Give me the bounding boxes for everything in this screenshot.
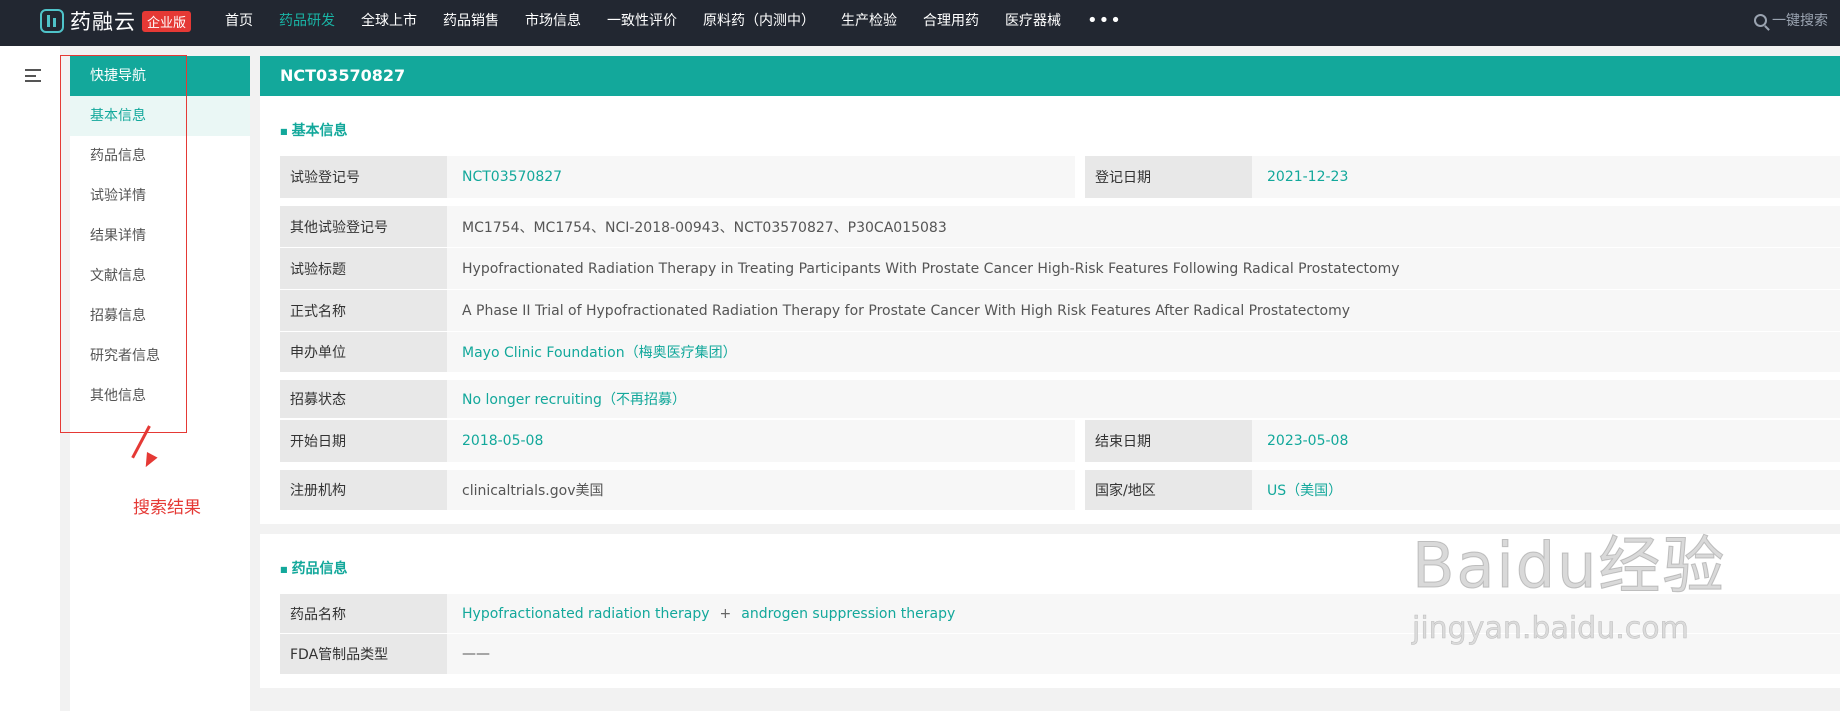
other-reg-value: MC1754、MC1754、NCI-2018-00943、NCT03570827…: [447, 206, 1840, 247]
nav-item-api[interactable]: 原料药（内测中）: [703, 10, 815, 30]
search-icon: [1754, 13, 1767, 27]
trial-title-value: Hypofractionated Radiation Therapy in Tr…: [447, 248, 1840, 289]
quick-nav-title: 快捷导航: [70, 56, 250, 96]
registry-value: clinicaltrials.gov美国: [447, 470, 1075, 510]
field-label: 结束日期: [1085, 420, 1252, 462]
section-title-basic: 基本信息: [260, 96, 1840, 156]
nav-item-production[interactable]: 生产检验: [841, 10, 897, 30]
quick-nav-panel: 快捷导航 基本信息 药品信息 试验详情 结果详情 文献信息 招募信息 研究者信息…: [70, 56, 250, 711]
search-label: 一键搜索: [1772, 13, 1828, 29]
left-rail: [0, 46, 60, 711]
info-row: 其他试验登记号 MC1754、MC1754、NCI-2018-00943、NCT…: [280, 206, 1840, 248]
start-date-value: 2018-05-08: [447, 420, 1075, 462]
nav-item-home[interactable]: 首页: [225, 10, 253, 30]
menu-icon[interactable]: [25, 69, 41, 82]
nav-item-devices[interactable]: 医疗器械: [1005, 10, 1061, 30]
sponsor-link[interactable]: Mayo Clinic Foundation（梅奥医疗集团）: [447, 332, 1840, 372]
field-label: 试验登记号: [280, 156, 447, 198]
quick-nav-item-other[interactable]: 其他信息: [70, 376, 250, 416]
nav-item-market-info[interactable]: 市场信息: [525, 10, 581, 30]
brand-logo[interactable]: 药融云 企业版: [40, 6, 192, 36]
info-row: 申办单位 Mayo Clinic Foundation（梅奥医疗集团）: [280, 332, 1840, 372]
field-label: 国家/地区: [1085, 470, 1252, 510]
watermark-line1: Baidu经验: [1411, 529, 1727, 603]
field-label: 开始日期: [280, 420, 447, 462]
drug-link[interactable]: Hypofractionated radiation therapy: [462, 606, 710, 622]
basic-info-card: 基本信息 试验登记号 NCT03570827 登记日期 2021-12-23 其…: [260, 96, 1840, 524]
page-title: NCT03570827: [260, 56, 1840, 96]
more-menu-button[interactable]: •••: [1087, 10, 1122, 31]
quick-nav-item-recruit[interactable]: 招募信息: [70, 296, 250, 336]
logo-icon: [40, 9, 64, 33]
info-row: 注册机构 clinicaltrials.gov美国 国家/地区 US（美国）: [280, 470, 1840, 510]
quick-nav-item-literature[interactable]: 文献信息: [70, 256, 250, 296]
quick-nav-item-results[interactable]: 结果详情: [70, 216, 250, 256]
reg-date-value: 2021-12-23: [1252, 156, 1840, 198]
drug-link[interactable]: androgen suppression therapy: [741, 606, 955, 622]
field-label: 登记日期: [1085, 156, 1252, 198]
field-label: 试验标题: [280, 248, 447, 289]
main-nav: 首页 药品研发 全球上市 药品销售 市场信息 一致性评价 原料药（内测中） 生产…: [225, 0, 1122, 40]
field-label: 药品名称: [280, 594, 447, 633]
quick-nav-item-investigators[interactable]: 研究者信息: [70, 336, 250, 376]
info-row: 正式名称 A Phase II Trial of Hypofractionate…: [280, 290, 1840, 332]
quick-nav-item-drug[interactable]: 药品信息: [70, 136, 250, 176]
nav-item-global-launch[interactable]: 全球上市: [361, 10, 417, 30]
reg-no-link[interactable]: NCT03570827: [447, 156, 1075, 198]
top-nav-bar: 药融云 企业版 首页 药品研发 全球上市 药品销售 市场信息 一致性评价 原料药…: [0, 0, 1840, 46]
annotation-label: 搜索结果: [133, 498, 201, 518]
edition-badge: 企业版: [142, 10, 192, 32]
field-label: 申办单位: [280, 332, 447, 372]
info-row: 试验标题 Hypofractionated Radiation Therapy …: [280, 248, 1840, 290]
nav-item-rational-use[interactable]: 合理用药: [923, 10, 979, 30]
country-value: US（美国）: [1252, 470, 1840, 510]
info-row: 开始日期 2018-05-08 结束日期 2023-05-08: [280, 420, 1840, 462]
field-label: 正式名称: [280, 290, 447, 331]
field-label: FDA管制品类型: [280, 634, 447, 674]
brand-name: 药融云: [70, 10, 136, 34]
field-label: 其他试验登记号: [280, 206, 447, 247]
field-label: 招募状态: [280, 380, 447, 418]
info-row: 试验登记号 NCT03570827 登记日期 2021-12-23: [280, 156, 1840, 198]
nav-item-consistency[interactable]: 一致性评价: [607, 10, 677, 30]
field-label: 注册机构: [280, 470, 447, 510]
search-button[interactable]: 一键搜索: [1754, 10, 1828, 30]
official-name-value: A Phase II Trial of Hypofractionated Rad…: [447, 290, 1840, 331]
baidu-watermark: Baidu经验 jingyan.baidu.com: [1411, 515, 1727, 647]
info-row: 招募状态 No longer recruiting（不再招募）: [280, 380, 1840, 420]
quick-nav-item-trial[interactable]: 试验详情: [70, 176, 250, 216]
end-date-value: 2023-05-08: [1252, 420, 1840, 462]
nav-item-drug-rd[interactable]: 药品研发: [279, 10, 335, 30]
plus-sign: +: [719, 605, 732, 622]
quick-nav-item-basic[interactable]: 基本信息: [70, 96, 250, 136]
recruit-status-value: No longer recruiting（不再招募）: [447, 380, 1840, 418]
watermark-line2: jingyan.baidu.com: [1412, 611, 1689, 647]
nav-item-drug-sales[interactable]: 药品销售: [443, 10, 499, 30]
